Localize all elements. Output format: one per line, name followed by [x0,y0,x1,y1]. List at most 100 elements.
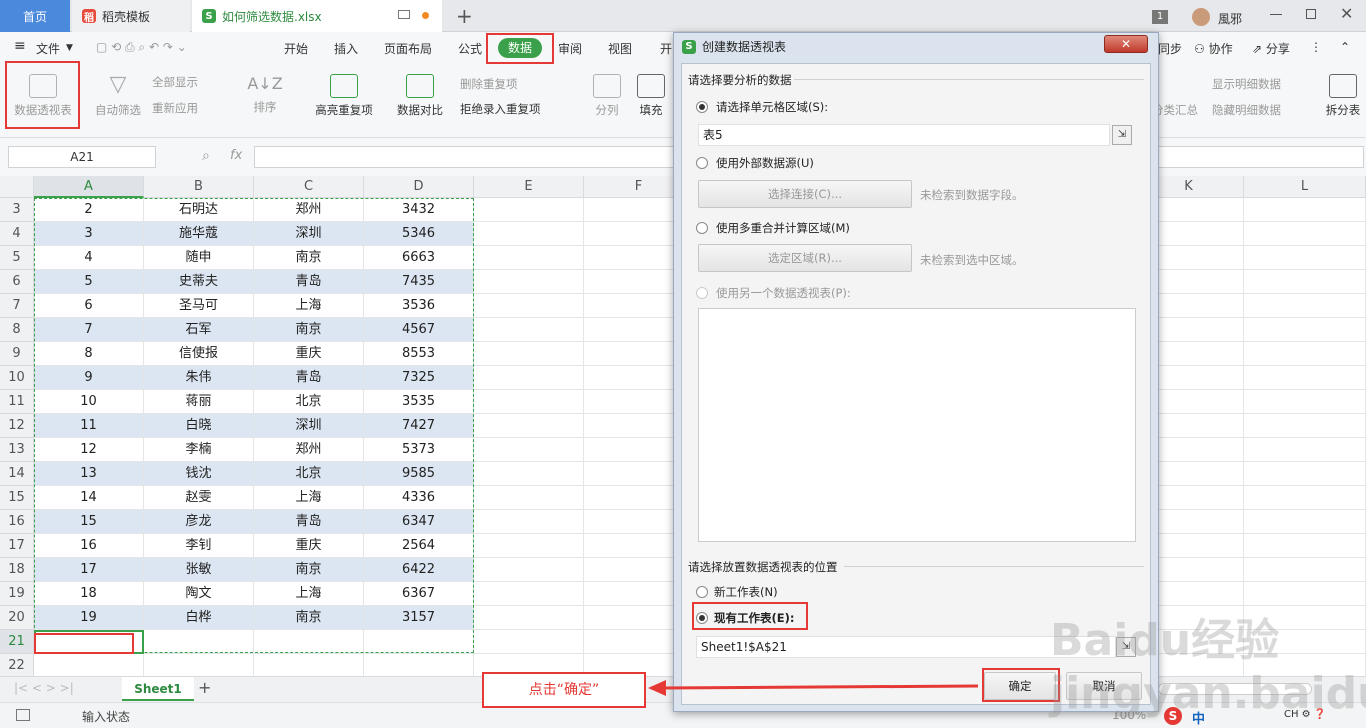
table-cell[interactable]: 12 [34,438,144,462]
close-icon[interactable]: ✕ [1340,4,1353,23]
screen-icon[interactable] [398,10,410,19]
table-cell[interactable]: 重庆 [254,534,364,558]
table-cell[interactable]: 史蒂夫 [144,270,254,294]
table-cell[interactable] [474,462,584,486]
table-cell[interactable] [1244,558,1366,582]
table-cell[interactable]: 6663 [364,246,474,270]
ime-mode[interactable]: 中 [1192,708,1205,727]
table-cell[interactable]: 李钊 [144,534,254,558]
select-all-corner[interactable] [0,176,34,198]
table-cell[interactable] [474,606,584,630]
pivot-list-box[interactable] [698,308,1136,542]
column-header-e[interactable]: E [474,176,584,198]
table-cell[interactable]: 青岛 [254,366,364,390]
table-cell[interactable]: 蒋丽 [144,390,254,414]
function-icon[interactable]: fx [230,148,242,163]
show-all-button[interactable]: 全部显示 [152,74,198,90]
table-cell[interactable]: 张敏 [144,558,254,582]
dialog-title-bar[interactable]: S 创建数据透视表 ✕ [674,33,1158,61]
restore-icon[interactable] [1306,9,1316,19]
macro-icon[interactable] [16,709,30,721]
column-header-b[interactable]: B [144,176,254,198]
table-cell[interactable] [1244,630,1366,654]
radio-new-sheet[interactable] [696,586,708,598]
table-cell[interactable]: 上海 [254,294,364,318]
table-cell[interactable] [1244,198,1366,222]
table-cell[interactable] [474,390,584,414]
collapse-ribbon-icon[interactable]: ⌃ [1340,40,1350,54]
table-cell[interactable]: 李楠 [144,438,254,462]
table-cell[interactable] [474,246,584,270]
table-cell[interactable]: 4 [34,246,144,270]
row-header[interactable]: 5 [0,246,34,270]
table-cell[interactable] [1244,270,1366,294]
table-cell[interactable]: 14 [34,486,144,510]
table-cell[interactable] [1244,222,1366,246]
menu-formula[interactable]: 公式 [458,40,482,57]
table-cell[interactable]: 6347 [364,510,474,534]
tray-icons[interactable]: CH ⚙ ❓ [1284,709,1326,720]
table-cell[interactable] [1244,318,1366,342]
highlight-duplicates-button[interactable]: 高亮重复项 [308,74,380,118]
table-cell[interactable] [474,486,584,510]
table-cell[interactable]: 深圳 [254,414,364,438]
table-cell[interactable]: 2 [34,198,144,222]
sheet-tab-sheet1[interactable]: Sheet1 [122,677,194,701]
table-cell[interactable]: 3 [34,222,144,246]
menu-page-layout[interactable]: 页面布局 [384,40,432,57]
row-header[interactable]: 15 [0,486,34,510]
table-cell[interactable]: 4336 [364,486,474,510]
table-cell[interactable]: 3432 [364,198,474,222]
minimize-icon[interactable] [1270,14,1282,15]
table-cell[interactable] [1244,366,1366,390]
table-cell[interactable]: 7325 [364,366,474,390]
split-column-button[interactable]: 分列 [590,74,624,118]
table-cell[interactable] [474,582,584,606]
table-cell[interactable]: 8 [34,342,144,366]
horizontal-scrollbar[interactable] [1158,683,1312,695]
more-icon[interactable]: ⋮ [1310,40,1322,54]
table-cell[interactable] [474,270,584,294]
table-cell[interactable] [1244,462,1366,486]
radio-other-pivot[interactable] [696,287,708,299]
sogou-ime-icon[interactable]: S [1164,707,1182,725]
table-cell[interactable]: 17 [34,558,144,582]
table-cell[interactable]: 15 [34,510,144,534]
row-header[interactable]: 18 [0,558,34,582]
table-cell[interactable]: 3536 [364,294,474,318]
remove-duplicates-button[interactable]: 删除重复项 [460,76,518,92]
table-cell[interactable]: 6367 [364,582,474,606]
table-cell[interactable]: 重庆 [254,342,364,366]
table-cell[interactable] [1244,342,1366,366]
table-cell[interactable]: 北京 [254,462,364,486]
menu-share[interactable]: ⇗ 分享 [1252,40,1290,57]
choose-connection-button[interactable]: 选择连接(C)... [698,180,912,208]
quick-access-icons[interactable]: ▢ ⟲ ⎙ ⌕ ↶ ↷ ⌄ [96,40,187,55]
table-cell[interactable] [474,222,584,246]
table-cell[interactable] [1244,294,1366,318]
tab-home[interactable]: 首页 [0,0,70,32]
row-header[interactable]: 17 [0,534,34,558]
table-cell[interactable]: 青岛 [254,270,364,294]
table-cell[interactable]: 5346 [364,222,474,246]
split-table-button[interactable]: 拆分表 [1320,74,1366,118]
table-cell[interactable]: 11 [34,414,144,438]
row-header[interactable]: 3 [0,198,34,222]
column-header-a[interactable]: A [34,176,144,198]
table-cell[interactable] [474,438,584,462]
table-cell[interactable]: 郑州 [254,198,364,222]
sort-button[interactable]: A↓Z 排序 [238,74,292,115]
row-header[interactable]: 8 [0,318,34,342]
dialog-close-button[interactable]: ✕ [1104,35,1148,53]
data-compare-button[interactable]: 数据对比 [388,74,452,118]
reject-duplicates-button[interactable]: 拒绝录入重复项 [460,101,541,117]
table-cell[interactable] [1244,534,1366,558]
row-header[interactable]: 9 [0,342,34,366]
row-header[interactable]: 20 [0,606,34,630]
table-cell[interactable] [474,414,584,438]
menu-dev[interactable]: 开 [660,40,672,57]
hide-detail-button[interactable]: 隐藏明细数据 [1212,102,1281,118]
table-cell[interactable] [34,654,144,678]
table-cell[interactable]: 6 [34,294,144,318]
location-picker-icon[interactable]: ⇲ [1116,637,1136,657]
